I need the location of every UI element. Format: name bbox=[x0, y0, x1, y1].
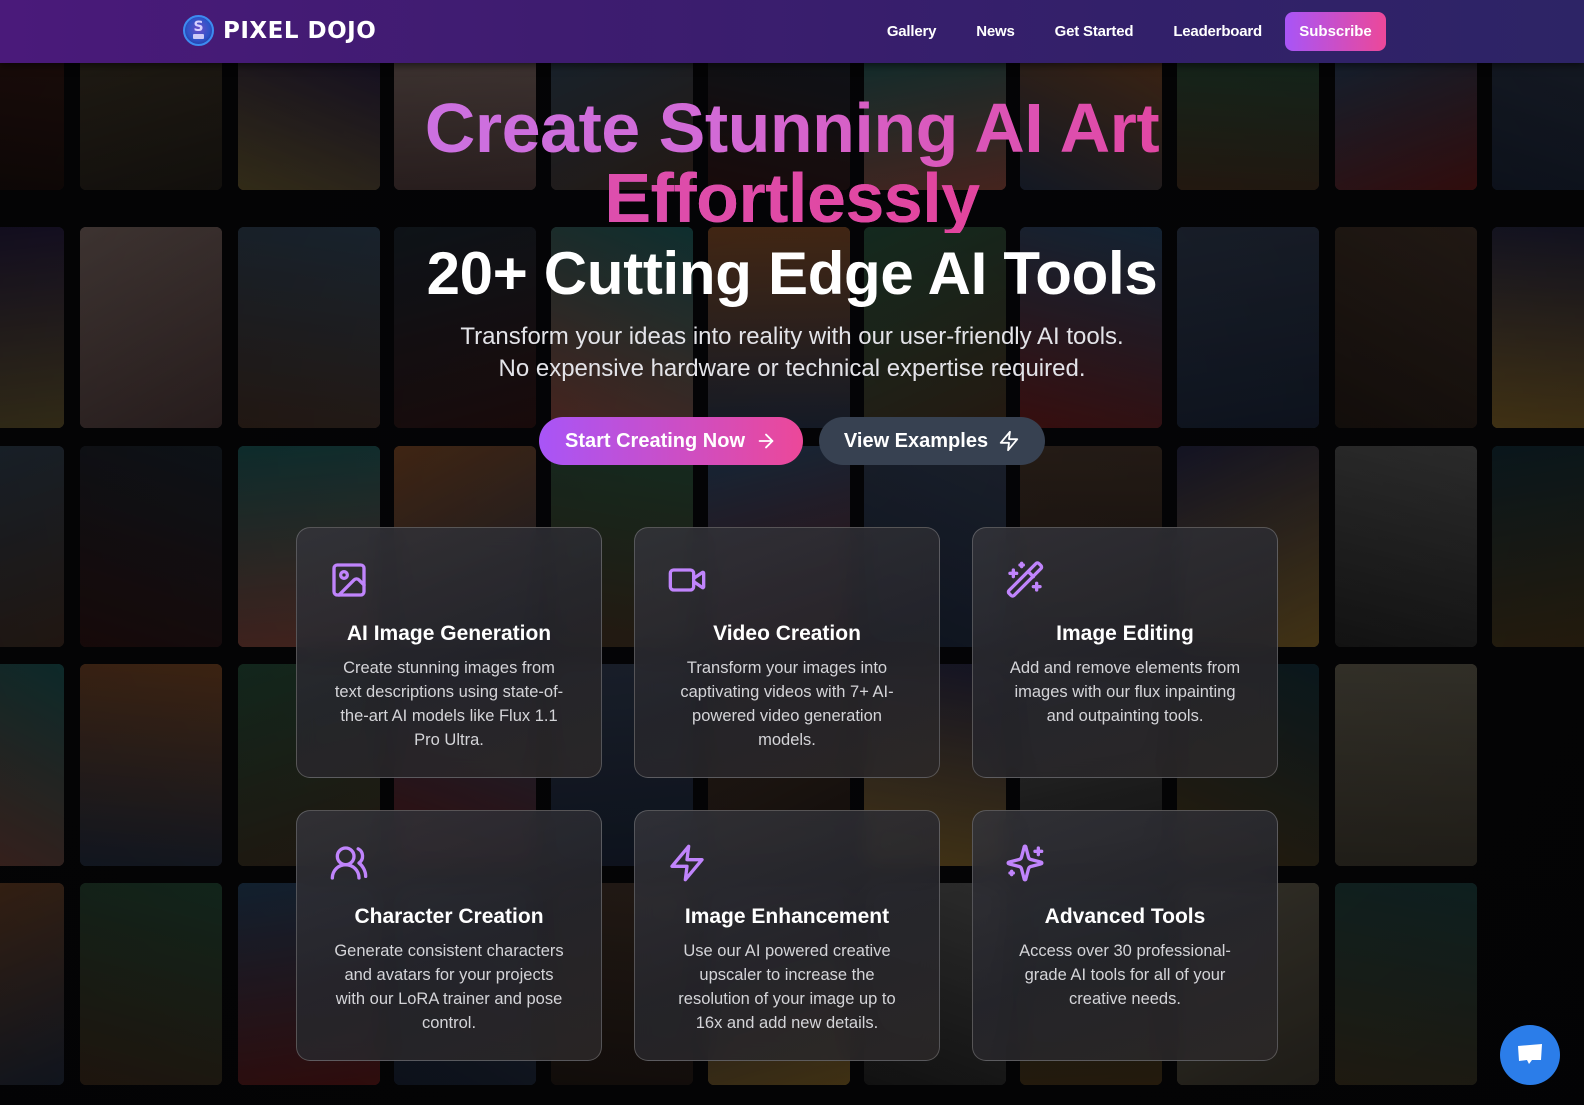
lightning-icon bbox=[667, 843, 707, 883]
feature-description: Use our AI powered creative upscaler to … bbox=[678, 942, 896, 1032]
brand-name: PIXEL DOJO bbox=[223, 17, 377, 44]
gallery-tile-night-study bbox=[1492, 446, 1584, 647]
feature-title: Image Editing bbox=[1056, 622, 1194, 645]
hero-description-line-2: No expensive hardware or technical exper… bbox=[498, 355, 1086, 382]
view-examples-button[interactable]: View Examples bbox=[819, 417, 1045, 465]
feature-description: Generate consistent characters and avata… bbox=[334, 942, 564, 1032]
nav-news[interactable]: News bbox=[976, 23, 1015, 40]
feature-title: Character Creation bbox=[354, 905, 544, 928]
hero-title-line-2: Effortlessly bbox=[0, 163, 1584, 233]
feature-title: Image Enhancement bbox=[684, 905, 890, 928]
hero-title-line-1: Create Stunning AI Art bbox=[424, 89, 1160, 167]
lightning-icon bbox=[999, 430, 1019, 452]
users-icon bbox=[329, 843, 369, 883]
feature-description: Add and remove elements from images with… bbox=[1009, 659, 1241, 725]
feature-card-video-creation[interactable]: Video Creation Transform your images int… bbox=[634, 527, 940, 778]
gallery-tile-supergirl bbox=[0, 446, 64, 647]
feature-card-character-creation[interactable]: Character Creation Generate consistent c… bbox=[296, 810, 602, 1061]
chat-widget-button[interactable] bbox=[1500, 1025, 1560, 1085]
gallery-tile-sunset-city bbox=[0, 883, 64, 1085]
feature-title: Video Creation bbox=[713, 622, 861, 645]
features-grid: AI Image Generation Create stunning imag… bbox=[296, 527, 1288, 1061]
feature-title: AI Image Generation bbox=[346, 622, 552, 645]
gallery-tile-folk-woman bbox=[0, 664, 64, 866]
nav-gallery[interactable]: Gallery bbox=[887, 23, 937, 40]
hero-description: Transform your ideas into reality with o… bbox=[0, 321, 1584, 385]
magic-wand-icon bbox=[1005, 560, 1045, 600]
gallery-tile-alien-and-kids bbox=[1335, 883, 1477, 1085]
cta-row: Start Creating Now View Examples bbox=[0, 417, 1584, 465]
feature-description: Transform your images into captivating v… bbox=[680, 659, 894, 749]
subscribe-button[interactable]: Subscribe bbox=[1285, 12, 1386, 51]
arrow-right-icon bbox=[758, 433, 774, 449]
main-nav: Gallery News Get Started Leaderboard Sub… bbox=[887, 12, 1386, 51]
gallery-tile-girl-sketch-dress bbox=[1335, 446, 1477, 647]
gallery-tile-sunset-city bbox=[80, 664, 222, 866]
chat-bubble-icon bbox=[1518, 1044, 1542, 1064]
start-creating-button[interactable]: Start Creating Now bbox=[539, 417, 803, 465]
feature-card-ai-image-generation[interactable]: AI Image Generation Create stunning imag… bbox=[296, 527, 602, 778]
hero-title: Create Stunning AI Art Effortlessly bbox=[0, 93, 1584, 233]
gallery-tile-batman bbox=[80, 446, 222, 647]
feature-title: Advanced Tools bbox=[1044, 905, 1206, 928]
feature-card-image-enhancement[interactable]: Image Enhancement Use our AI powered cre… bbox=[634, 810, 940, 1061]
feature-description: Create stunning images from text descrip… bbox=[334, 659, 564, 749]
sparkles-icon bbox=[1005, 843, 1045, 883]
top-navbar: PIXEL DOJO Gallery News Get Started Lead… bbox=[0, 0, 1584, 63]
pixel-dojo-logo-icon bbox=[183, 15, 214, 46]
hero-description-line-1: Transform your ideas into reality with o… bbox=[460, 323, 1124, 350]
gallery-tile-squirrel bbox=[80, 883, 222, 1085]
nav-get-started[interactable]: Get Started bbox=[1055, 23, 1134, 40]
hero-section: Create Stunning AI Art Effortlessly 20+ … bbox=[0, 63, 1584, 465]
nav-leaderboard[interactable]: Leaderboard bbox=[1173, 23, 1262, 40]
start-creating-label: Start Creating Now bbox=[564, 429, 746, 452]
brand[interactable]: PIXEL DOJO bbox=[183, 15, 376, 46]
feature-card-image-editing[interactable]: Image Editing Add and remove elements fr… bbox=[972, 527, 1278, 778]
hero-subtitle: 20+ Cutting Edge AI Tools bbox=[426, 240, 1158, 307]
view-examples-label: View Examples bbox=[843, 429, 989, 452]
feature-card-advanced-tools[interactable]: Advanced Tools Access over 30 profession… bbox=[972, 810, 1278, 1061]
image-icon bbox=[329, 560, 369, 600]
video-camera-icon bbox=[667, 560, 707, 600]
feature-description: Access over 30 professional-grade AI too… bbox=[1019, 942, 1231, 1008]
gallery-tile-death-bubble-kids bbox=[1335, 664, 1477, 866]
